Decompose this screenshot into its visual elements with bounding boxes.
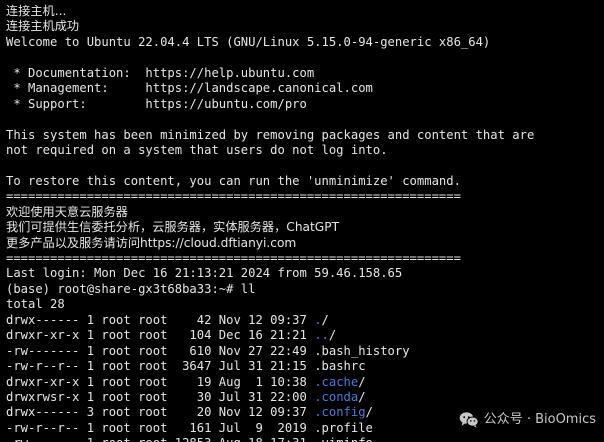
directory-name: .cache xyxy=(314,374,359,389)
restore-notice: To restore this content, you can run the… xyxy=(6,173,461,188)
path-suffix: / xyxy=(365,405,373,420)
file-name: .bash_history xyxy=(314,343,410,358)
listing-total: total 28 xyxy=(6,297,65,312)
separator-bottom: ========================================… xyxy=(6,251,461,265)
banner-website: 更多产品以及服务请访问https://cloud.dftianyi.com xyxy=(6,235,297,250)
file-name: .profile xyxy=(314,420,373,435)
support-link-line: * Support: https://ubuntu.com/pro xyxy=(6,96,307,111)
wechat-icon xyxy=(459,411,479,428)
file-meta: drwxrwsr-x 1 root root 30 Jul 31 22:00 xyxy=(6,389,315,404)
watermark-text: 公众号 · BioOmics xyxy=(483,411,596,427)
listing-row: drwxrwsr-x 1 root root 30 Jul 31 22:00 .… xyxy=(6,390,604,405)
directory-name: .conda xyxy=(314,389,359,404)
file-meta: drwxr-xr-x 1 root root 19 Aug 1 10:38 xyxy=(6,374,315,389)
path-suffix: / xyxy=(321,312,329,327)
watermark: 公众号 · BioOmics xyxy=(459,411,596,428)
listing-row: -rw------- 1 root root 610 Nov 27 22:49 … xyxy=(6,344,604,359)
documentation-link-line: * Documentation: https://help.ubuntu.com xyxy=(6,65,315,80)
file-name: .viminfo xyxy=(314,436,373,442)
listing-row: drwx------ 1 root root 42 Nov 12 09:37 .… xyxy=(6,313,604,328)
command-prompt[interactable]: (base) root@share-gx3t68ba33:~# ll xyxy=(6,282,604,297)
file-meta: -rw-r--r-- 1 root root 161 Jul 9 2019 xyxy=(6,420,315,435)
file-name: .bashrc xyxy=(314,359,366,374)
file-meta: drwx------ 3 root root 20 Nov 12 09:37 xyxy=(6,405,315,420)
terminal-window[interactable]: 连接主机... 连接主机成功 Welcome to Ubuntu 22.04.4… xyxy=(0,0,604,442)
banner-welcome: 欢迎使用天意云服务器 xyxy=(6,204,128,219)
path-suffix: / xyxy=(358,389,366,404)
listing-row: drwxr-xr-x 1 root root 19 Aug 1 10:38 .c… xyxy=(6,375,604,390)
path-suffix: / xyxy=(358,374,366,389)
listing-row: drwxr-xr-x 1 root root 104 Dec 16 21:21 … xyxy=(6,328,604,343)
welcome-message: Welcome to Ubuntu 22.04.4 LTS (GNU/Linux… xyxy=(6,34,491,49)
directory-name: . xyxy=(314,312,322,327)
management-link-line: * Management: https://landscape.canonica… xyxy=(6,81,373,96)
file-meta: -rw-r--r-- 1 root root 3647 Jul 31 21:15 xyxy=(6,359,315,374)
listing-row: -rw-r--r-- 1 root root 3647 Jul 31 21:15… xyxy=(6,359,604,374)
connected-message: 连接主机成功 xyxy=(6,19,80,34)
file-meta: drwxr-xr-x 1 root root 104 Dec 16 21:21 xyxy=(6,328,315,343)
file-meta: -rw------- 1 root root 12853 Aug 18 17:3… xyxy=(6,436,314,442)
path-suffix: / xyxy=(328,328,337,343)
banner-services: 我们可提供生信委托分析，云服务器，实体服务器，ChatGPT xyxy=(6,220,340,235)
connecting-message: 连接主机... xyxy=(6,4,67,18)
separator-top: ========================================… xyxy=(6,189,461,204)
directory-name: .config xyxy=(314,405,366,420)
file-meta: drwx------ 1 root root 42 Nov 12 09:37 xyxy=(6,312,315,327)
directory-name: .. xyxy=(314,328,329,343)
minimized-notice-1: This system has been minimized by removi… xyxy=(6,127,535,142)
last-login-line: Last login: Mon Dec 16 21:13:21 2024 fro… xyxy=(6,266,403,281)
listing-row: -rw------- 1 root root 12853 Aug 18 17:3… xyxy=(6,436,604,442)
minimized-notice-2: not required on a system that users do n… xyxy=(6,142,388,157)
file-meta: -rw------- 1 root root 610 Nov 27 22:49 xyxy=(6,343,315,358)
